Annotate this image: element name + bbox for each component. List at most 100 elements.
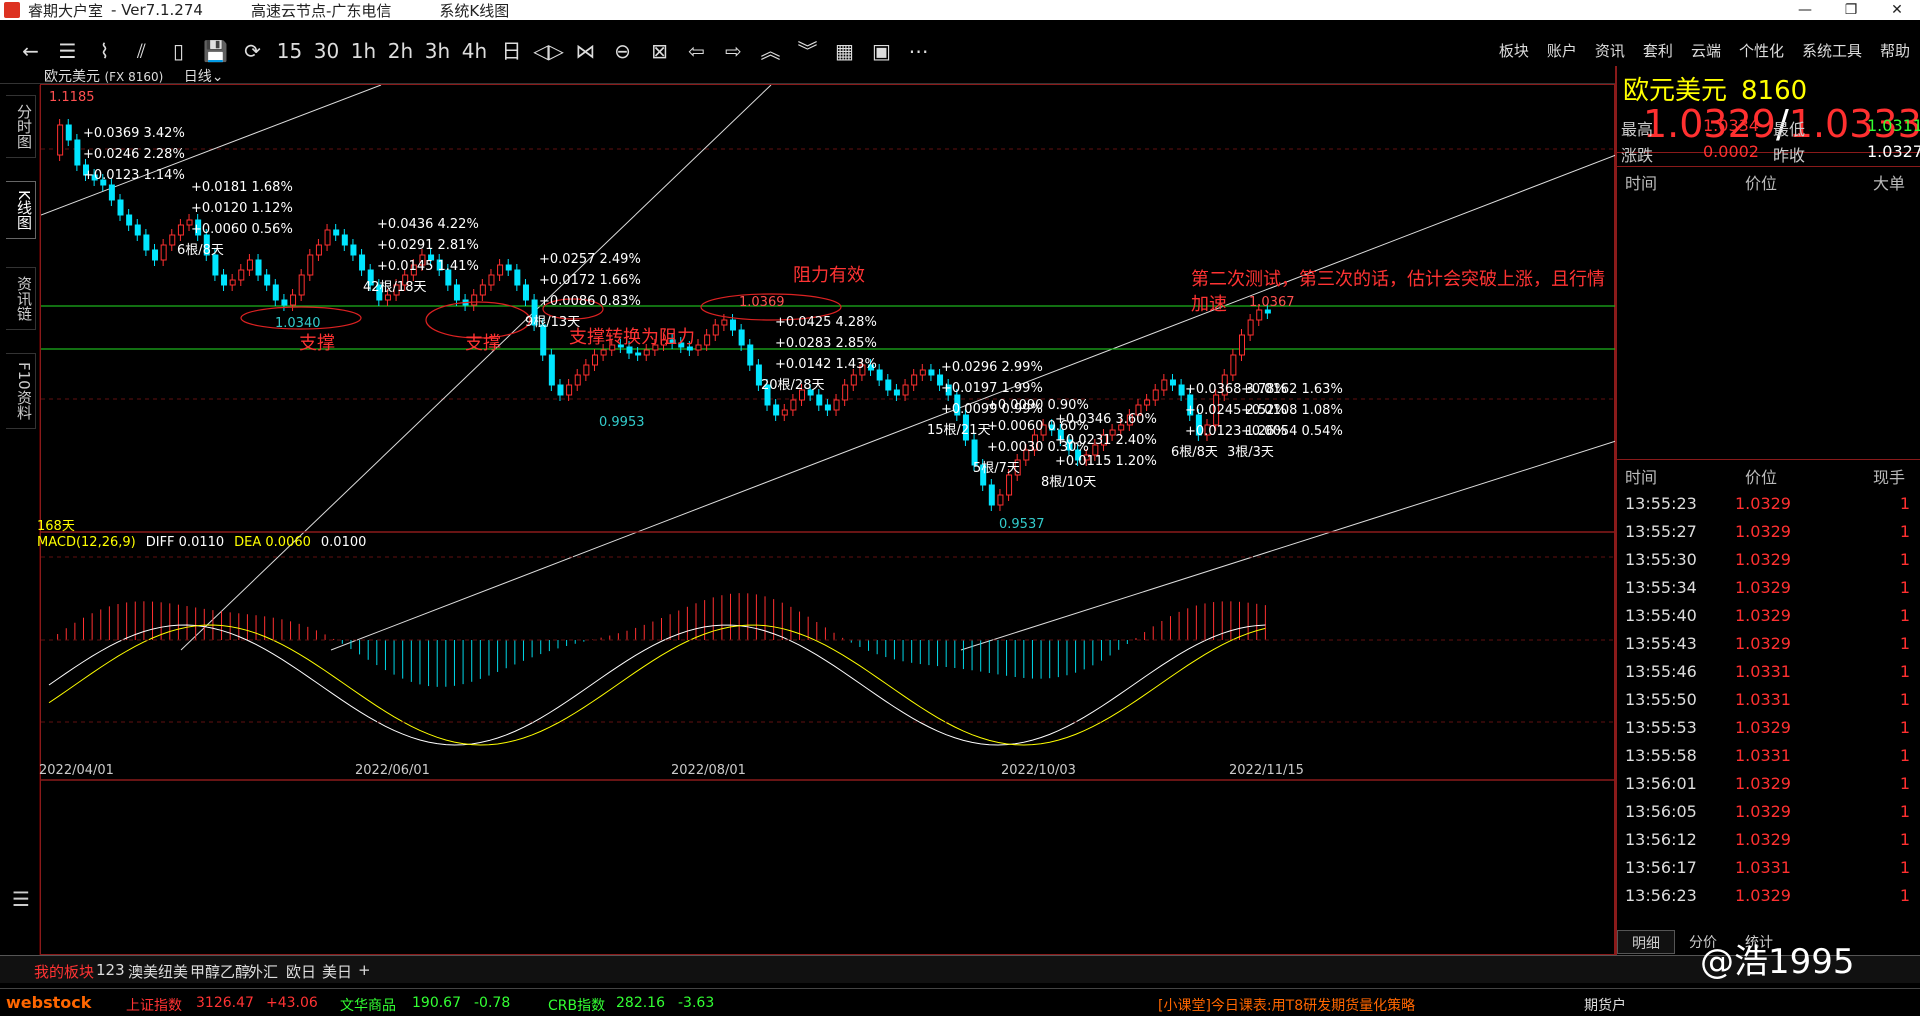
candle bbox=[126, 214, 133, 226]
chart-code: (FX 8160) bbox=[104, 70, 164, 84]
tick-volume: 1 bbox=[1899, 858, 1910, 877]
candle bbox=[566, 384, 573, 396]
macd-value: 0.0100 bbox=[320, 535, 367, 550]
range-measure: +0.0425 4.28% +0.0283 2.85% +0.0142 1.43% 2… bbox=[761, 312, 877, 396]
kline-chart[interactable]: 1.1185 1.0340 0.9953 1.0369 1.0367 0.953… bbox=[37, 84, 1616, 955]
candle bbox=[57, 124, 64, 156]
tick-row: 13:55:23 1.0329 1 bbox=[1617, 494, 1920, 522]
big-order-header-size: 大单 bbox=[1873, 174, 1906, 193]
tab-news[interactable]: 资讯链 bbox=[6, 267, 36, 330]
tool-button[interactable]: ⇨ bbox=[715, 34, 752, 68]
tool-button[interactable]: ▣ bbox=[863, 34, 900, 68]
tab-timeshare[interactable]: 分时图 bbox=[6, 95, 36, 158]
tick-row: 13:55:40 1.0329 1 bbox=[1617, 606, 1920, 634]
big-order-header-time: 时间 bbox=[1625, 174, 1658, 193]
menu-item[interactable]: 资讯 bbox=[1595, 34, 1625, 68]
candle bbox=[997, 494, 1004, 506]
tick-price: 1.0329 bbox=[1735, 718, 1791, 737]
app-icon bbox=[4, 2, 20, 18]
date-label: 2022/11/15 bbox=[1229, 763, 1304, 778]
tab-kline[interactable]: K线图 bbox=[6, 181, 36, 239]
tool-button[interactable]: ▯ bbox=[160, 34, 197, 68]
tool-button[interactable]: 4h bbox=[456, 34, 493, 68]
candle bbox=[1230, 354, 1237, 376]
tool-button[interactable]: 2h bbox=[382, 34, 419, 68]
tool-button[interactable]: ︾ bbox=[789, 34, 826, 68]
candle bbox=[177, 224, 184, 236]
tick-row: 13:55:27 1.0329 1 bbox=[1617, 522, 1920, 550]
index-name[interactable]: CRB指数 bbox=[548, 995, 605, 1015]
index-value: 282.16 bbox=[616, 995, 665, 1011]
menu-item[interactable]: 个性化 bbox=[1739, 34, 1784, 68]
account-type[interactable]: 期货户 bbox=[1584, 995, 1626, 1015]
menu-item[interactable]: 系统工具 bbox=[1802, 34, 1862, 68]
tool-button[interactable]: 3h bbox=[419, 34, 456, 68]
low-price-label: 0.9537 bbox=[999, 517, 1045, 532]
tool-button[interactable]: ⇦ bbox=[678, 34, 715, 68]
tool-button[interactable]: ⊖ bbox=[604, 34, 641, 68]
macd-label[interactable]: MACD(12,26,9) bbox=[37, 535, 136, 550]
candle bbox=[324, 229, 331, 246]
menu-item[interactable]: 账户 bbox=[1547, 34, 1577, 68]
candle bbox=[893, 389, 900, 396]
candle bbox=[1247, 319, 1254, 336]
menu-item[interactable]: 板块 bbox=[1499, 34, 1529, 68]
bottom-tab[interactable]: 123 bbox=[96, 961, 125, 979]
period-select[interactable]: 日线 bbox=[184, 69, 212, 85]
list-icon[interactable]: ☰ bbox=[12, 887, 30, 911]
tool-button[interactable]: ⫽ bbox=[123, 34, 160, 68]
tab-detail[interactable]: 明细 bbox=[1617, 930, 1675, 954]
bottom-tab[interactable]: 我的板块 bbox=[34, 961, 94, 982]
notice-text[interactable]: [小课堂]今日课表:用T8研发期货量化策略 bbox=[1158, 995, 1415, 1015]
bottom-tab[interactable]: 甲醇乙醇 bbox=[190, 961, 250, 982]
range-measure: +0.0369 3.42% +0.0246 2.28% +0.0123 1.14% bbox=[83, 123, 185, 186]
tool-button[interactable]: ▦ bbox=[826, 34, 863, 68]
candle bbox=[65, 124, 72, 141]
range-measure: +0.0346 3.60% +0.0231 2.40% +0.0115 1.20% 8… bbox=[1041, 409, 1157, 493]
tick-row: 13:56:01 1.0329 1 bbox=[1617, 774, 1920, 802]
tool-button[interactable]: ⊠ bbox=[641, 34, 678, 68]
tool-button[interactable]: 💾 bbox=[197, 34, 234, 68]
close-button[interactable]: ✕ bbox=[1874, 0, 1920, 20]
index-value: 3126.47 bbox=[196, 995, 254, 1011]
chevron-down-icon[interactable]: ⌄ bbox=[212, 69, 224, 85]
menu-item[interactable]: 帮助 bbox=[1880, 34, 1910, 68]
candle bbox=[74, 139, 81, 166]
bottom-tab[interactable]: 欧日 bbox=[286, 961, 316, 982]
tab-f10[interactable]: F10资料 bbox=[6, 353, 36, 429]
maximize-button[interactable]: ❐ bbox=[1828, 0, 1874, 20]
index-name[interactable]: 文华商品 bbox=[340, 995, 396, 1015]
menu-item[interactable]: 云端 bbox=[1691, 34, 1721, 68]
tick-row: 13:55:30 1.0329 1 bbox=[1617, 550, 1920, 578]
index-name[interactable]: 上证指数 bbox=[126, 995, 182, 1015]
candle bbox=[307, 254, 314, 276]
tool-button[interactable]: ⟳ bbox=[234, 34, 271, 68]
candle bbox=[229, 279, 236, 286]
bottom-tab[interactable]: + bbox=[358, 961, 371, 979]
candle bbox=[781, 409, 788, 416]
candle bbox=[747, 344, 754, 366]
candle bbox=[885, 379, 892, 391]
tool-button[interactable]: 15 bbox=[271, 34, 308, 68]
tool-button[interactable]: 30 bbox=[308, 34, 345, 68]
tool-button[interactable]: ← bbox=[12, 34, 49, 68]
candle bbox=[505, 264, 512, 271]
tick-row: 13:55:34 1.0329 1 bbox=[1617, 578, 1920, 606]
bottom-tab[interactable]: 澳美纽美 bbox=[128, 961, 188, 982]
tool-button[interactable]: ︽ bbox=[752, 34, 789, 68]
bottom-tab[interactable]: 外汇 bbox=[248, 961, 278, 982]
tool-button[interactable]: 日 bbox=[493, 34, 530, 68]
menu-item[interactable]: 套利 bbox=[1643, 34, 1673, 68]
tool-button[interactable]: ◁▷ bbox=[530, 34, 567, 68]
tool-button[interactable]: ⌇ bbox=[86, 34, 123, 68]
big-order-header-price: 价位 bbox=[1745, 174, 1778, 193]
candle bbox=[134, 224, 141, 236]
minimize-button[interactable]: — bbox=[1782, 0, 1828, 20]
tool-button[interactable]: ☰ bbox=[49, 34, 86, 68]
tool-button[interactable]: ⋈ bbox=[567, 34, 604, 68]
tool-button[interactable]: ⋯ bbox=[900, 34, 937, 68]
bottom-tab[interactable]: 美日 bbox=[322, 961, 352, 982]
measure-line: +0.0172 1.66% bbox=[539, 273, 641, 288]
tick-row: 13:55:46 1.0331 1 bbox=[1617, 662, 1920, 690]
tool-button[interactable]: 1h bbox=[345, 34, 382, 68]
